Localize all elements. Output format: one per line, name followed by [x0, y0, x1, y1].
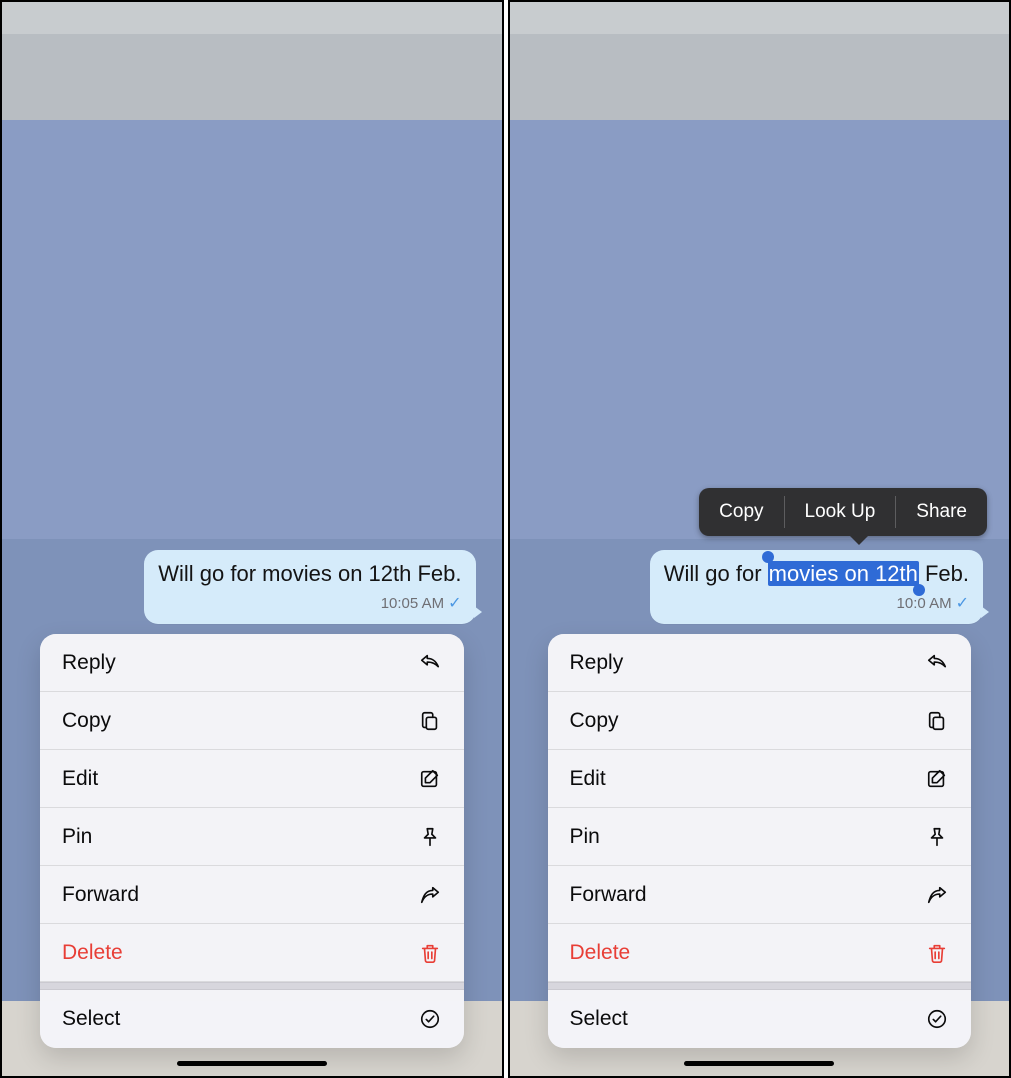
menu-reply[interactable]: Reply: [548, 634, 972, 692]
select-check-icon: [925, 1007, 949, 1031]
menu-reply[interactable]: Reply: [40, 634, 464, 692]
reply-icon: [418, 651, 442, 675]
popup-share[interactable]: Share: [896, 488, 987, 536]
message-time: 10:05 AM: [381, 590, 444, 618]
menu-delete-label: Delete: [62, 941, 123, 965]
content-area: Copy Look Up Share Will go for movies on…: [510, 2, 1010, 1076]
menu-forward[interactable]: Forward: [548, 866, 972, 924]
menu-separator: [40, 982, 464, 990]
select-check-icon: [418, 1007, 442, 1031]
copy-icon: [925, 709, 949, 733]
edit-icon: [925, 767, 949, 791]
menu-pin[interactable]: Pin: [548, 808, 972, 866]
menu-edit[interactable]: Edit: [548, 750, 972, 808]
copy-icon: [418, 709, 442, 733]
home-indicator[interactable]: [177, 1061, 327, 1066]
message-bubble[interactable]: Will go for movies on 12th Feb. 10:05 AM…: [144, 550, 475, 624]
trash-icon: [418, 941, 442, 965]
menu-pin-label: Pin: [62, 825, 92, 849]
pin-icon: [418, 825, 442, 849]
menu-forward[interactable]: Forward: [40, 866, 464, 924]
menu-reply-label: Reply: [62, 651, 116, 675]
context-menu: Reply Copy Edit Pin: [548, 634, 972, 1048]
menu-delete-label: Delete: [570, 941, 631, 965]
menu-pin-label: Pin: [570, 825, 600, 849]
menu-copy-label: Copy: [62, 709, 111, 733]
menu-edit-label: Edit: [62, 767, 98, 791]
context-menu: Reply Copy Edit Pin: [40, 634, 464, 1048]
left-screenshot: Will go for movies on 12th Feb. 10:05 AM…: [0, 0, 504, 1078]
menu-select-label: Select: [570, 1007, 628, 1031]
menu-select[interactable]: Select: [548, 990, 972, 1048]
edit-icon: [418, 767, 442, 791]
message-time: 10:0 AM: [897, 590, 952, 618]
content-area: Will go for movies on 12th Feb. 10:05 AM…: [2, 2, 502, 1076]
menu-separator: [548, 982, 972, 990]
menu-forward-label: Forward: [570, 883, 647, 907]
popup-lookup[interactable]: Look Up: [785, 488, 896, 536]
popup-caret-icon: [849, 535, 869, 545]
menu-select[interactable]: Select: [40, 990, 464, 1048]
sent-check-icon: ✓: [448, 596, 461, 612]
menu-delete[interactable]: Delete: [40, 924, 464, 982]
home-indicator[interactable]: [684, 1061, 834, 1066]
sent-check-icon: ✓: [956, 596, 969, 612]
selected-text[interactable]: movies on 12th: [768, 561, 919, 586]
selection-popup: Copy Look Up Share: [699, 488, 987, 536]
message-bubble[interactable]: Will go for movies on 12th Feb. 10:0 AM …: [650, 550, 983, 624]
menu-edit-label: Edit: [570, 767, 606, 791]
menu-edit[interactable]: Edit: [40, 750, 464, 808]
menu-select-label: Select: [62, 1007, 120, 1031]
menu-reply-label: Reply: [570, 651, 624, 675]
message-meta: 10:05 AM ✓: [158, 590, 461, 618]
message-text-before: Will go for: [664, 561, 768, 586]
menu-copy-label: Copy: [570, 709, 619, 733]
menu-forward-label: Forward: [62, 883, 139, 907]
trash-icon: [925, 941, 949, 965]
message-text-after: Feb.: [919, 561, 969, 586]
selection-handle-end[interactable]: [913, 584, 925, 596]
message-text: Will go for movies on 12th Feb.: [158, 561, 461, 586]
selection-handle-start[interactable]: [762, 551, 774, 563]
forward-icon: [418, 883, 442, 907]
menu-copy[interactable]: Copy: [548, 692, 972, 750]
menu-pin[interactable]: Pin: [40, 808, 464, 866]
pin-icon: [925, 825, 949, 849]
menu-delete[interactable]: Delete: [548, 924, 972, 982]
reply-icon: [925, 651, 949, 675]
popup-copy[interactable]: Copy: [699, 488, 783, 536]
menu-copy[interactable]: Copy: [40, 692, 464, 750]
forward-icon: [925, 883, 949, 907]
right-screenshot: Copy Look Up Share Will go for movies on…: [508, 0, 1011, 1078]
